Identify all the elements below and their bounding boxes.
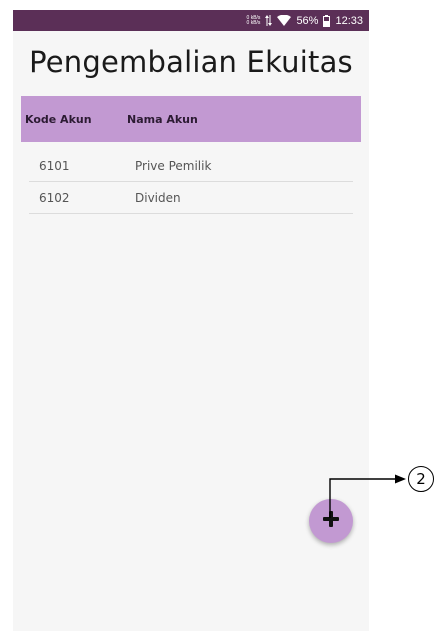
annotation-callout: 2 (408, 466, 434, 492)
annotation-arrow (329, 474, 406, 518)
